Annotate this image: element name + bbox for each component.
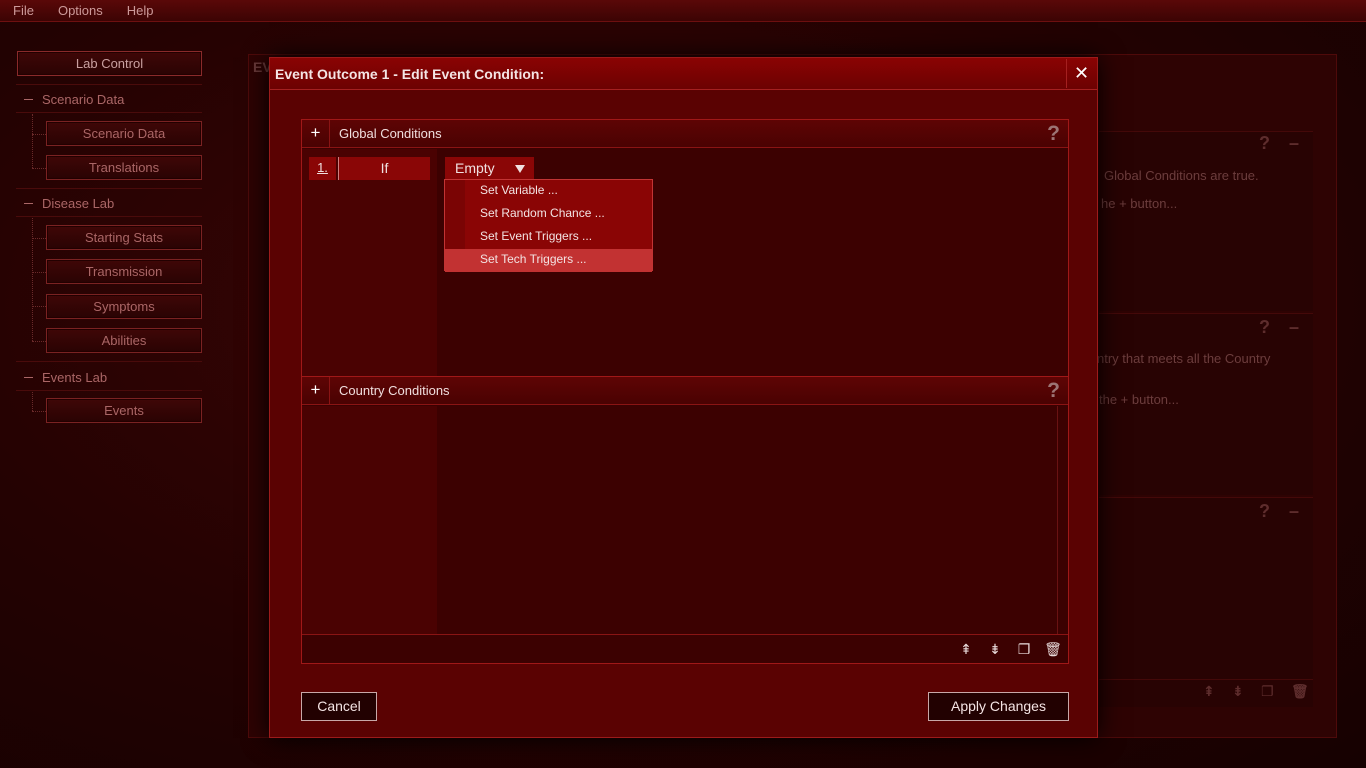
- global-conditions-title: Global Conditions: [339, 126, 442, 141]
- country-conditions-section: + Country Conditions ? ⇞ ⇟ ❐ 🗑: [301, 376, 1069, 664]
- condition-column-left: [302, 406, 437, 634]
- menu-item-set-random-chance[interactable]: Set Random Chance ...: [445, 203, 652, 226]
- menu-help[interactable]: Help: [120, 3, 161, 18]
- move-up-icon[interactable]: ⇞: [957, 640, 975, 658]
- tree-line: [32, 306, 46, 307]
- nav-group-label: Scenario Data: [42, 92, 125, 107]
- delete-icon: 🗑: [1291, 683, 1309, 699]
- side-navigation: Lab Control Scenario Data Scenario Data …: [0, 22, 210, 768]
- plus-icon: +: [310, 380, 321, 399]
- menu-item-set-variable[interactable]: Set Variable ...: [445, 180, 652, 203]
- move-down-icon[interactable]: ⇟: [986, 640, 1004, 658]
- nav-item-symptoms[interactable]: Symptoms: [46, 294, 202, 319]
- divider: [16, 112, 202, 113]
- copy-icon[interactable]: ❐: [1015, 640, 1033, 658]
- country-conditions-title: Country Conditions: [339, 383, 450, 398]
- collapse-icon[interactable]: [24, 203, 33, 204]
- scrollbar[interactable]: [1057, 406, 1058, 634]
- background-text: the + button...: [1099, 392, 1179, 407]
- menu-item-set-event-triggers[interactable]: Set Event Triggers ...: [445, 226, 652, 249]
- divider: [16, 84, 202, 85]
- apply-changes-button[interactable]: Apply Changes: [928, 692, 1069, 721]
- edit-event-condition-dialog: Event Outcome 1 - Edit Event Condition: …: [269, 57, 1098, 738]
- collapse-icon: –: [1289, 501, 1300, 521]
- move-down-icon: ⇟: [1232, 683, 1244, 699]
- collapse-icon: –: [1289, 133, 1300, 153]
- nav-item-scenario-data[interactable]: Scenario Data: [46, 121, 202, 146]
- dialog-title-bar: Event Outcome 1 - Edit Event Condition: …: [270, 58, 1097, 90]
- nav-group-label: Events Lab: [42, 370, 108, 385]
- country-conditions-header: + Country Conditions ?: [302, 377, 1068, 405]
- menu-options[interactable]: Options: [51, 3, 110, 18]
- background-section: [1099, 131, 1313, 311]
- divider: [16, 390, 202, 391]
- condition-type-menu: Set Variable ... Set Random Chance ... S…: [444, 179, 653, 272]
- add-global-condition-button[interactable]: +: [302, 120, 330, 147]
- divider: [16, 188, 202, 189]
- condition-row-number[interactable]: 1.: [309, 157, 336, 180]
- menu-file[interactable]: File: [6, 3, 41, 18]
- help-icon: ?: [1259, 501, 1270, 521]
- delete-icon[interactable]: 🗑: [1044, 640, 1062, 658]
- background-section: [1099, 497, 1313, 679]
- help-icon: ?: [1259, 317, 1270, 337]
- close-button[interactable]: ✕: [1066, 59, 1096, 88]
- nav-item-events[interactable]: Events: [46, 398, 202, 423]
- condition-column-right: [437, 406, 1068, 634]
- cancel-button[interactable]: Cancel: [301, 692, 377, 721]
- background-text: he + button...: [1101, 196, 1178, 211]
- lab-control-button[interactable]: Lab Control: [17, 51, 202, 76]
- tree-line: [32, 168, 46, 169]
- help-icon[interactable]: ?: [1047, 122, 1060, 146]
- tree-line: [32, 218, 33, 341]
- tree-line: [32, 392, 33, 411]
- tree-line: [32, 341, 46, 342]
- menubar: File Options Help: [0, 0, 1366, 22]
- condition-if-keyword[interactable]: If: [338, 157, 430, 180]
- nav-item-translations[interactable]: Translations: [46, 155, 202, 180]
- add-country-condition-button[interactable]: +: [302, 377, 330, 404]
- nav-group-label: Disease Lab: [42, 196, 115, 211]
- menu-item-set-tech-triggers[interactable]: Set Tech Triggers ...: [445, 249, 652, 272]
- background-text: ntry that meets all the Country: [1097, 351, 1271, 366]
- background-text: Global Conditions are true.: [1104, 168, 1259, 183]
- condition-toolbar: ⇞ ⇟ ❐ 🗑: [302, 634, 1068, 663]
- tree-line: [32, 134, 46, 135]
- tree-line: [32, 114, 33, 168]
- dropdown-value: Empty: [455, 160, 495, 176]
- condition-row: 1. If Empty: [302, 149, 1068, 189]
- tree-line: [32, 272, 46, 273]
- divider: [16, 361, 202, 362]
- collapse-icon[interactable]: [24, 377, 33, 378]
- collapse-icon[interactable]: [24, 99, 33, 100]
- dialog-title: Event Outcome 1 - Edit Event Condition:: [275, 66, 545, 82]
- nav-group-scenario-data[interactable]: Scenario Data: [24, 92, 124, 107]
- tree-line: [32, 238, 46, 239]
- plus-icon: +: [310, 123, 321, 142]
- global-conditions-section: + Global Conditions ? 1. If Empty: [301, 119, 1069, 377]
- global-conditions-header: + Global Conditions ?: [302, 120, 1068, 148]
- move-up-icon: ⇞: [1203, 683, 1215, 699]
- nav-group-disease-lab[interactable]: Disease Lab: [24, 196, 114, 211]
- tree-line: [32, 411, 46, 412]
- help-icon: ?: [1259, 133, 1270, 153]
- copy-icon: ❐: [1261, 683, 1274, 699]
- condition-type-dropdown[interactable]: Empty: [445, 157, 534, 180]
- divider: [16, 216, 202, 217]
- nav-item-starting-stats[interactable]: Starting Stats: [46, 225, 202, 250]
- nav-item-transmission[interactable]: Transmission: [46, 259, 202, 284]
- collapse-icon: –: [1289, 317, 1300, 337]
- nav-item-abilities[interactable]: Abilities: [46, 328, 202, 353]
- dropdown-arrow-icon: [515, 165, 525, 173]
- help-icon[interactable]: ?: [1047, 379, 1060, 403]
- close-icon: ✕: [1073, 63, 1090, 83]
- nav-group-events-lab[interactable]: Events Lab: [24, 370, 107, 385]
